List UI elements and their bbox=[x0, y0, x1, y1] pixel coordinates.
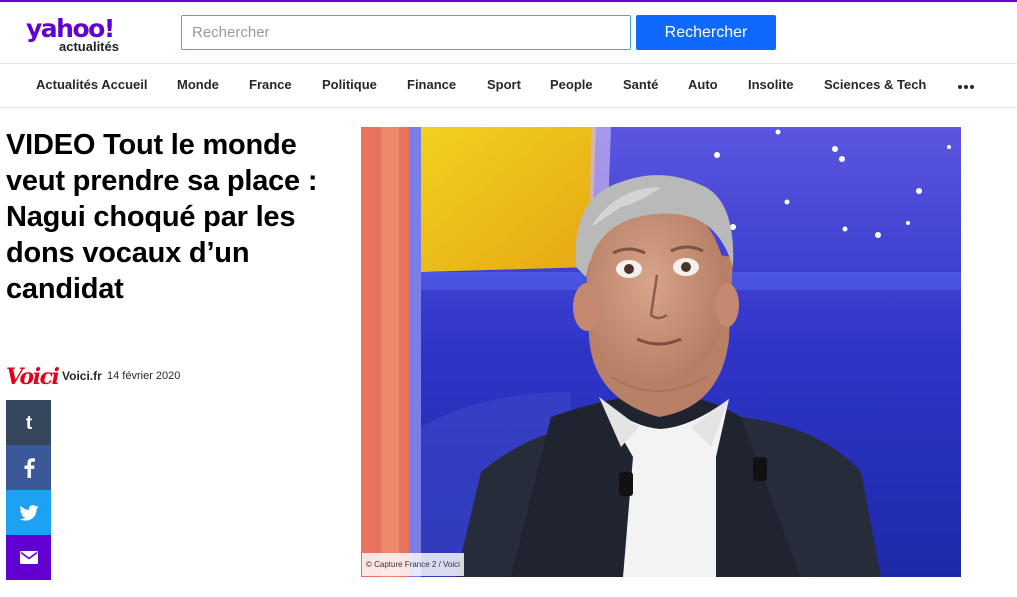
more-horizontal-icon[interactable] bbox=[958, 85, 974, 89]
nav-item-people[interactable]: People bbox=[550, 77, 593, 92]
logo-subtitle: actualités bbox=[59, 39, 119, 54]
article-title: VIDEO Tout le monde veut prendre sa plac… bbox=[6, 129, 318, 305]
share-facebook-button[interactable] bbox=[6, 445, 51, 490]
share-twitter-button[interactable] bbox=[6, 490, 51, 535]
nav-item-politique[interactable]: Politique bbox=[322, 77, 377, 92]
nav-item-insolite[interactable]: Insolite bbox=[748, 77, 794, 92]
nav-item-sport[interactable]: Sport bbox=[487, 77, 521, 92]
voici-logo[interactable]: Voici bbox=[6, 364, 60, 390]
share-mail-button[interactable] bbox=[6, 535, 51, 580]
svg-text:t: t bbox=[25, 414, 32, 432]
nav-item-auto[interactable]: Auto bbox=[688, 77, 718, 92]
nav-item-sante[interactable]: Santé bbox=[623, 77, 658, 92]
search-button[interactable]: Rechercher bbox=[636, 15, 776, 50]
tumblr-icon: t bbox=[25, 414, 32, 432]
publish-date: 14 février 2020 bbox=[107, 370, 181, 382]
mail-icon bbox=[19, 551, 38, 564]
nav-item-france[interactable]: France bbox=[249, 77, 292, 92]
source-name[interactable]: Voici.fr bbox=[62, 369, 102, 383]
nav-item-monde[interactable]: Monde bbox=[177, 77, 219, 92]
nav-item-sciences-tech[interactable]: Sciences & Tech bbox=[824, 77, 926, 92]
yahoo-actualites-logo[interactable]: yahoo! actualités bbox=[26, 15, 136, 57]
site-header: yahoo! actualités Rechercher bbox=[0, 2, 1017, 64]
category-nav: Actualités Accueil Monde France Politiqu… bbox=[0, 65, 1017, 108]
twitter-icon bbox=[18, 504, 39, 521]
photo-caption: © Capture France 2 / Voici bbox=[362, 553, 464, 576]
facebook-icon bbox=[24, 457, 35, 478]
tv-studio-photo bbox=[361, 127, 961, 577]
article-source: Voici Voici.fr 14 février 2020 bbox=[6, 364, 306, 390]
search-input[interactable] bbox=[181, 15, 631, 50]
article-photo[interactable] bbox=[361, 127, 961, 577]
nav-item-actualites-accueil[interactable]: Actualités Accueil bbox=[36, 77, 148, 92]
nav-item-finance[interactable]: Finance bbox=[407, 77, 456, 92]
share-tumblr-button[interactable]: t bbox=[6, 400, 51, 445]
